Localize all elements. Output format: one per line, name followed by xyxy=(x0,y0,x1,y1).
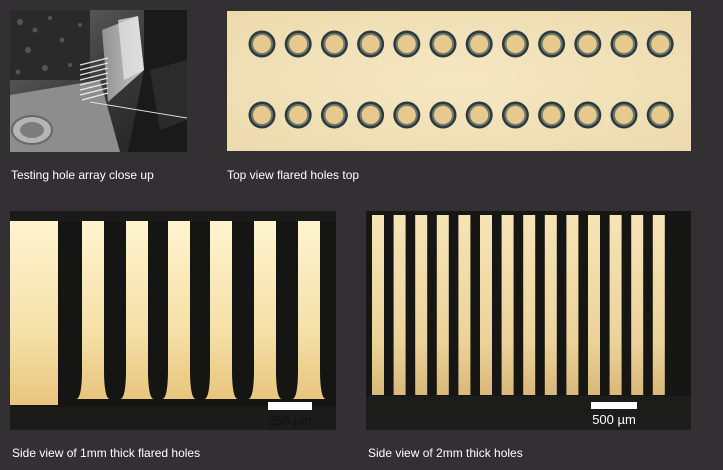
hole-inner xyxy=(289,106,308,124)
hole-inner xyxy=(615,35,633,53)
hole-inner xyxy=(325,106,344,124)
hole-inner xyxy=(289,35,308,53)
hole-inner xyxy=(325,35,344,53)
hole-inner xyxy=(651,106,670,124)
hole-inner xyxy=(506,35,525,53)
light-gap xyxy=(458,215,471,395)
hole-inner xyxy=(470,106,489,124)
hole-inner xyxy=(615,106,633,124)
light-gap xyxy=(393,215,406,395)
light-gap xyxy=(480,215,492,395)
scale-label-500: 500 µm xyxy=(592,412,636,427)
hole-inner xyxy=(542,35,561,53)
hole-inner xyxy=(361,106,380,124)
side-1mm-photo: 250 µm xyxy=(10,211,336,430)
closeup-caption: Testing hole array close up xyxy=(11,168,154,182)
hole-inner xyxy=(470,35,489,53)
light-gap xyxy=(436,215,449,395)
light-gap xyxy=(588,215,600,395)
hole-inner xyxy=(578,35,597,53)
side-2mm-photo: 500 µm xyxy=(366,211,691,430)
scale-bar-250: 250 µm xyxy=(268,402,312,428)
scale-label-250: 250 µm xyxy=(268,413,312,428)
hole-inner xyxy=(651,35,670,53)
light-gap xyxy=(544,215,557,395)
hole-inner xyxy=(361,35,380,53)
light-gap xyxy=(372,215,384,395)
side-1mm-caption: Side view of 1mm thick flared holes xyxy=(12,446,201,460)
scale-bar-500: 500 µm xyxy=(591,402,637,427)
hole-inner xyxy=(542,106,561,124)
light-gap xyxy=(501,215,514,395)
light-gap xyxy=(523,215,536,395)
light-gap xyxy=(609,215,622,395)
hole-inner xyxy=(397,106,416,124)
light-gap xyxy=(415,215,428,395)
hole-inner xyxy=(506,106,525,124)
closeup-photo xyxy=(10,10,187,152)
light-gap xyxy=(652,215,665,395)
hole-inner xyxy=(253,35,271,53)
light-gap xyxy=(566,215,579,395)
hole-inner xyxy=(397,35,416,53)
light-gap xyxy=(631,215,644,395)
topview-caption: Top view flared holes top xyxy=(227,168,360,182)
light-gap xyxy=(10,221,58,405)
hole-inner xyxy=(434,35,452,53)
hole-inner xyxy=(434,106,452,124)
side-2mm-caption: Side view of 2mm thick holes xyxy=(368,446,523,460)
topview-photo xyxy=(227,11,691,151)
hole-inner xyxy=(253,106,271,124)
hole-inner xyxy=(578,106,597,124)
